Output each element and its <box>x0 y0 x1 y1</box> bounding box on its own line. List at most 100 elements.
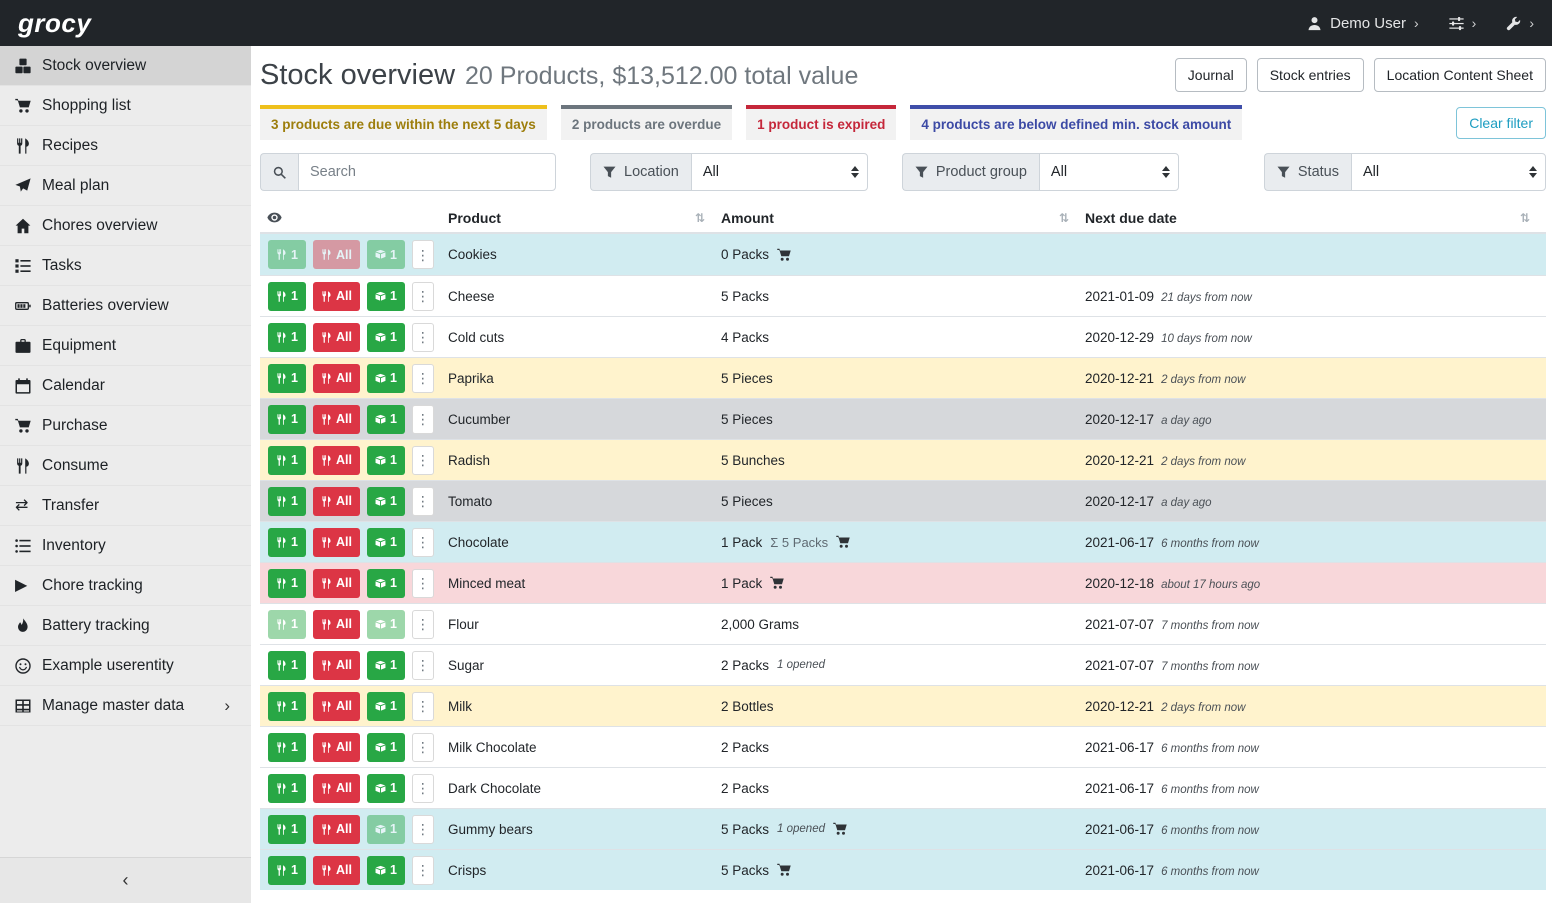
consume-all-button[interactable]: All <box>313 569 360 598</box>
row-menu-button[interactable]: ⋮ <box>412 282 434 311</box>
table-row[interactable]: 1All1⋮Minced meat1 Pack2020-12-18about 1… <box>260 562 1546 603</box>
table-row[interactable]: 1All1⋮Milk2 Bottles2020-12-212 days from… <box>260 685 1546 726</box>
open-one-button[interactable]: 1 <box>367 405 405 434</box>
sidebar-item-stock-overview[interactable]: Stock overview <box>0 46 251 86</box>
row-menu-button[interactable]: ⋮ <box>412 446 434 475</box>
table-row[interactable]: 1All1⋮Paprika5 Pieces2020-12-212 days fr… <box>260 357 1546 398</box>
sidebar-item-meal-plan[interactable]: Meal plan <box>0 166 251 206</box>
consume-all-button[interactable]: All <box>313 405 360 434</box>
open-one-button[interactable]: 1 <box>367 651 405 680</box>
consume-all-button[interactable]: All <box>313 364 360 393</box>
open-one-button[interactable]: 1 <box>367 774 405 803</box>
row-menu-button[interactable]: ⋮ <box>412 651 434 680</box>
consume-all-button[interactable]: All <box>313 487 360 516</box>
table-row[interactable]: 1All1⋮Cold cuts4 Packs2020-12-2910 days … <box>260 316 1546 357</box>
row-menu-button[interactable]: ⋮ <box>412 405 434 434</box>
sidebar-item-tasks[interactable]: Tasks <box>0 246 251 286</box>
column-header-next-due-date[interactable]: Next due date⇅ <box>1085 203 1546 232</box>
consume-all-button[interactable]: All <box>313 528 360 557</box>
row-menu-button[interactable]: ⋮ <box>412 856 434 885</box>
sidebar-item-purchase[interactable]: Purchase <box>0 406 251 446</box>
consume-all-button[interactable]: All <box>313 610 360 639</box>
row-menu-button[interactable]: ⋮ <box>412 733 434 762</box>
consume-one-button[interactable]: 1 <box>268 774 306 803</box>
sidebar-item-inventory[interactable]: Inventory <box>0 526 251 566</box>
sort-icon[interactable]: ⇅ <box>695 212 705 224</box>
row-menu-button[interactable]: ⋮ <box>412 487 434 516</box>
row-menu-button[interactable]: ⋮ <box>412 774 434 803</box>
row-menu-button[interactable]: ⋮ <box>412 323 434 352</box>
location-content-sheet-button[interactable]: Location Content Sheet <box>1374 58 1546 92</box>
open-one-button[interactable]: 1 <box>367 610 405 639</box>
user-menu[interactable]: Demo User› <box>1307 15 1419 32</box>
table-row[interactable]: 1All1⋮Chocolate1 PackΣ 5 Packs2021-06-17… <box>260 521 1546 562</box>
consume-one-button[interactable]: 1 <box>268 282 306 311</box>
consume-all-button[interactable]: All <box>313 692 360 721</box>
consume-all-button[interactable]: All <box>313 856 360 885</box>
table-row[interactable]: 1All1⋮Crisps5 Packs2021-06-176 months fr… <box>260 849 1546 890</box>
table-row[interactable]: 1All1⋮Dark Chocolate2 Packs2021-06-176 m… <box>260 767 1546 808</box>
row-menu-button[interactable]: ⋮ <box>412 364 434 393</box>
table-row[interactable]: 1All1⋮Tomato5 Pieces2020-12-17a day ago <box>260 480 1546 521</box>
open-one-button[interactable]: 1 <box>367 528 405 557</box>
row-menu-button[interactable]: ⋮ <box>412 240 434 269</box>
consume-all-button[interactable]: All <box>313 733 360 762</box>
tools-menu[interactable]: › <box>1506 15 1534 31</box>
sort-icon[interactable]: ⇅ <box>1520 212 1530 224</box>
sidebar-item-shopping-list[interactable]: Shopping list <box>0 86 251 126</box>
table-row[interactable]: 1All1⋮Cheese5 Packs2021-01-0921 days fro… <box>260 275 1546 316</box>
consume-one-button[interactable]: 1 <box>268 815 306 844</box>
table-row[interactable]: 1All1⋮Gummy bears5 Packs1 opened2021-06-… <box>260 808 1546 849</box>
sidebar-item-battery-tracking[interactable]: Battery tracking <box>0 606 251 646</box>
consume-all-button[interactable]: All <box>313 323 360 352</box>
table-row[interactable]: 1All1⋮Cookies0 Packs <box>260 234 1546 275</box>
consume-all-button[interactable]: All <box>313 282 360 311</box>
table-row[interactable]: 1All1⋮Cucumber5 Pieces2020-12-17a day ag… <box>260 398 1546 439</box>
consume-one-button[interactable]: 1 <box>268 651 306 680</box>
table-row[interactable]: 1All1⋮Sugar2 Packs1 opened2021-07-077 mo… <box>260 644 1546 685</box>
open-one-button[interactable]: 1 <box>367 815 405 844</box>
consume-all-button[interactable]: All <box>313 815 360 844</box>
consume-one-button[interactable]: 1 <box>268 487 306 516</box>
sidebar-item-batteries-overview[interactable]: Batteries overview <box>0 286 251 326</box>
status-banner-danger[interactable]: 1 product is expired <box>746 105 896 140</box>
sidebar-item-consume[interactable]: Consume <box>0 446 251 486</box>
filter-select-status[interactable]: All <box>1351 153 1546 191</box>
consume-one-button[interactable]: 1 <box>268 405 306 434</box>
column-header-amount[interactable]: Amount⇅ <box>721 203 1085 232</box>
consume-all-button[interactable]: All <box>313 651 360 680</box>
app-logo[interactable]: grocy <box>18 8 91 39</box>
consume-one-button[interactable]: 1 <box>268 528 306 557</box>
row-menu-button[interactable]: ⋮ <box>412 815 434 844</box>
filter-select-product-group[interactable]: All <box>1039 153 1179 191</box>
search-input[interactable] <box>298 153 556 191</box>
sidebar-item-equipment[interactable]: Equipment <box>0 326 251 366</box>
open-one-button[interactable]: 1 <box>367 692 405 721</box>
eye-column-toggle[interactable] <box>260 210 448 225</box>
consume-one-button[interactable]: 1 <box>268 364 306 393</box>
consume-one-button[interactable]: 1 <box>268 323 306 352</box>
table-row[interactable]: 1All1⋮Milk Chocolate2 Packs2021-06-176 m… <box>260 726 1546 767</box>
consume-one-button[interactable]: 1 <box>268 856 306 885</box>
column-header-product[interactable]: Product⇅ <box>448 203 721 232</box>
open-one-button[interactable]: 1 <box>367 446 405 475</box>
consume-one-button[interactable]: 1 <box>268 446 306 475</box>
open-one-button[interactable]: 1 <box>367 364 405 393</box>
row-menu-button[interactable]: ⋮ <box>412 569 434 598</box>
sidebar-collapse-button[interactable]: ‹ <box>0 857 251 903</box>
sidebar-item-chore-tracking[interactable]: ▶Chore tracking <box>0 566 251 606</box>
sidebar-item-manage-master-data[interactable]: Manage master data› <box>0 686 251 726</box>
sort-icon[interactable]: ⇅ <box>1059 212 1069 224</box>
open-one-button[interactable]: 1 <box>367 323 405 352</box>
open-one-button[interactable]: 1 <box>367 856 405 885</box>
stock-entries-button[interactable]: Stock entries <box>1257 58 1364 92</box>
consume-one-button[interactable]: 1 <box>268 240 306 269</box>
open-one-button[interactable]: 1 <box>367 733 405 762</box>
status-banner-warning[interactable]: 3 products are due within the next 5 day… <box>260 105 547 140</box>
status-banner-secondary[interactable]: 2 products are overdue <box>561 105 732 140</box>
open-one-button[interactable]: 1 <box>367 487 405 516</box>
open-one-button[interactable]: 1 <box>367 282 405 311</box>
consume-one-button[interactable]: 1 <box>268 692 306 721</box>
status-banner-minstock[interactable]: 4 products are below defined min. stock … <box>910 105 1242 140</box>
row-menu-button[interactable]: ⋮ <box>412 528 434 557</box>
